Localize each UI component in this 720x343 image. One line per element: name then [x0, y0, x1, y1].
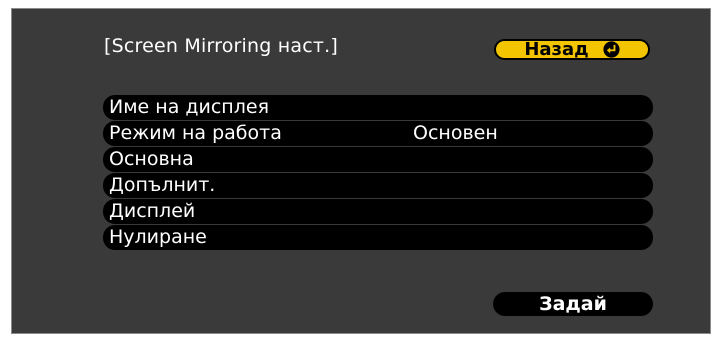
back-button[interactable]: Назад [494, 39, 650, 60]
menu-item-reset[interactable]: Нулиране [103, 225, 653, 250]
menu-item-label: Дисплей [109, 200, 196, 222]
menu-item-label: Режим на работа [109, 122, 282, 144]
settings-menu: Име на дисплея Режим на работа Основен О… [103, 95, 653, 251]
menu-item-display[interactable]: Дисплей [103, 199, 653, 224]
menu-item-advanced[interactable]: Допълнит. [103, 173, 653, 198]
menu-item-label: Основна [109, 148, 194, 170]
enter-icon [603, 41, 620, 58]
menu-item-label: Име на дисплея [109, 96, 269, 118]
menu-item-basic[interactable]: Основна [103, 147, 653, 172]
menu-item-operation-mode[interactable]: Режим на работа Основен [103, 121, 653, 146]
set-button[interactable]: Задай [493, 292, 653, 316]
menu-item-display-name[interactable]: Име на дисплея [103, 95, 653, 120]
page-title: [Screen Mirroring наст.] [104, 35, 339, 57]
operation-mode-value: Основен [413, 122, 498, 144]
back-button-label: Назад [524, 39, 589, 60]
menu-item-label: Допълнит. [109, 174, 216, 196]
screen-mirroring-settings-panel: [Screen Mirroring наст.] Назад Име на ди… [11, 8, 711, 334]
menu-item-label: Нулиране [109, 226, 207, 248]
